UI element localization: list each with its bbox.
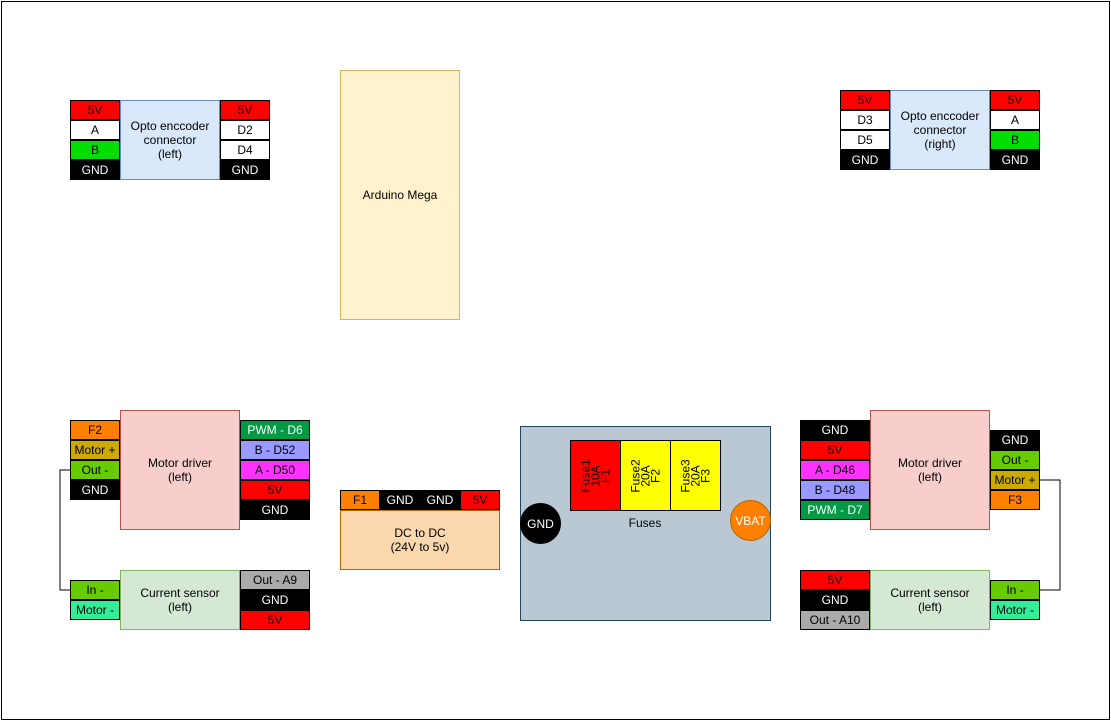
md-right-pin-b-d48: B - D48 [800, 480, 870, 500]
opto-left-pin-d4: D4 [220, 140, 270, 160]
current-sensor-left: Current sensor (left) [120, 570, 240, 630]
arduino-mega: Arduino Mega [340, 70, 460, 320]
md-right-pin-f3: F3 [990, 490, 1040, 510]
vbat-terminal: VBAT [730, 500, 771, 541]
gnd-terminal: GND [520, 503, 561, 544]
opto-right-pin-gnd: GND [990, 150, 1040, 170]
cs-right-pin-out-a10: Out - A10 [800, 610, 870, 630]
md-left-pin-a-d50: A - D50 [240, 460, 310, 480]
md-right-pin-5v: 5V [800, 440, 870, 460]
fuse-2: Fuse2 20A F2 [620, 440, 671, 511]
wire-left-out-to-in [59, 469, 70, 591]
opto-right-pin-5v-arduino: 5V [840, 90, 890, 110]
opto-left-pin-gnd-arduino: GND [220, 160, 270, 180]
opto-left-pin-b: B [70, 140, 120, 160]
motor-driver-right: Motor driver (left) [870, 410, 990, 530]
md-left-pin-f2: F2 [70, 420, 120, 440]
opto-right-pin-d5: D5 [840, 130, 890, 150]
md-left-pin-motor-plus: Motor + [70, 440, 120, 460]
md-left-pin-5v: 5V [240, 480, 310, 500]
md-right-pin-motor-plus: Motor + [990, 470, 1040, 490]
md-left-pin-gnd: GND [70, 480, 120, 500]
md-right-pin-out-minus: Out - [990, 450, 1040, 470]
opto-right-pin-gnd-arduino: GND [840, 150, 890, 170]
opto-left-pin-5v: 5V [70, 100, 120, 120]
opto-left-pin-gnd: GND [70, 160, 120, 180]
cs-left-pin-in-minus: In - [70, 580, 120, 600]
opto-right-pin-5v: 5V [990, 90, 1040, 110]
dc-dc-converter: DC to DC (24V to 5v) [340, 510, 500, 570]
cs-right-pin-in-minus: In - [990, 580, 1040, 600]
opto-right-pin-d3: D3 [840, 110, 890, 130]
opto-right-pin-a: A [990, 110, 1040, 130]
fuses-label: Fuses [628, 516, 662, 530]
md-left-pin-out-minus: Out - [70, 460, 120, 480]
cs-left-pin-gnd: GND [240, 590, 310, 610]
md-left-pin-pwm-d6: PWM - D6 [240, 420, 310, 440]
opto-right-pin-b: B [990, 130, 1040, 150]
opto-encoder-left: Opto enccoder connector (left) [120, 100, 220, 180]
md-right-pin-pwm-d7: PWM - D7 [800, 500, 870, 520]
dcdc-pin-f1: F1 [340, 490, 380, 510]
fuse-3-label: Fuse3 20A F3 [678, 458, 713, 493]
md-left-pin-gnd-logic: GND [240, 500, 310, 520]
fuse-3: Fuse3 20A F3 [670, 440, 721, 511]
opto-left-pin-5v-arduino: 5V [220, 100, 270, 120]
md-right-pin-gnd: GND [990, 430, 1040, 450]
md-right-pin-gnd-logic: GND [800, 420, 870, 440]
wiring-diagram: Opto enccoder connector (left) 5V A B GN… [0, 0, 1111, 722]
fuse-2-label: Fuse2 20A F2 [628, 458, 663, 493]
dcdc-pin-gnd-out: GND [420, 490, 460, 510]
fuse-1-label: Fuse1 10A F1 [578, 458, 613, 493]
cs-left-pin-motor-minus: Motor - [70, 600, 120, 620]
opto-encoder-right: Opto enccoder connector (right) [890, 90, 990, 170]
cs-right-pin-5v: 5V [800, 570, 870, 590]
md-right-pin-a-d46: A - D46 [800, 460, 870, 480]
cs-left-pin-5v: 5V [240, 610, 310, 630]
opto-left-pin-d2: D2 [220, 120, 270, 140]
cs-right-pin-motor-minus: Motor - [990, 600, 1040, 620]
cs-left-pin-out-a9: Out - A9 [240, 570, 310, 590]
md-left-pin-b-d52: B - D52 [240, 440, 310, 460]
fuse-1: Fuse1 10A F1 [570, 440, 621, 511]
dcdc-pin-5v: 5V [460, 490, 500, 510]
wire-right-motor-to-in [1040, 479, 1061, 591]
opto-left-pin-a: A [70, 120, 120, 140]
dcdc-pin-gnd-in: GND [380, 490, 420, 510]
motor-driver-left: Motor driver (left) [120, 410, 240, 530]
current-sensor-right: Current sensor (left) [870, 570, 990, 630]
cs-right-pin-gnd: GND [800, 590, 870, 610]
